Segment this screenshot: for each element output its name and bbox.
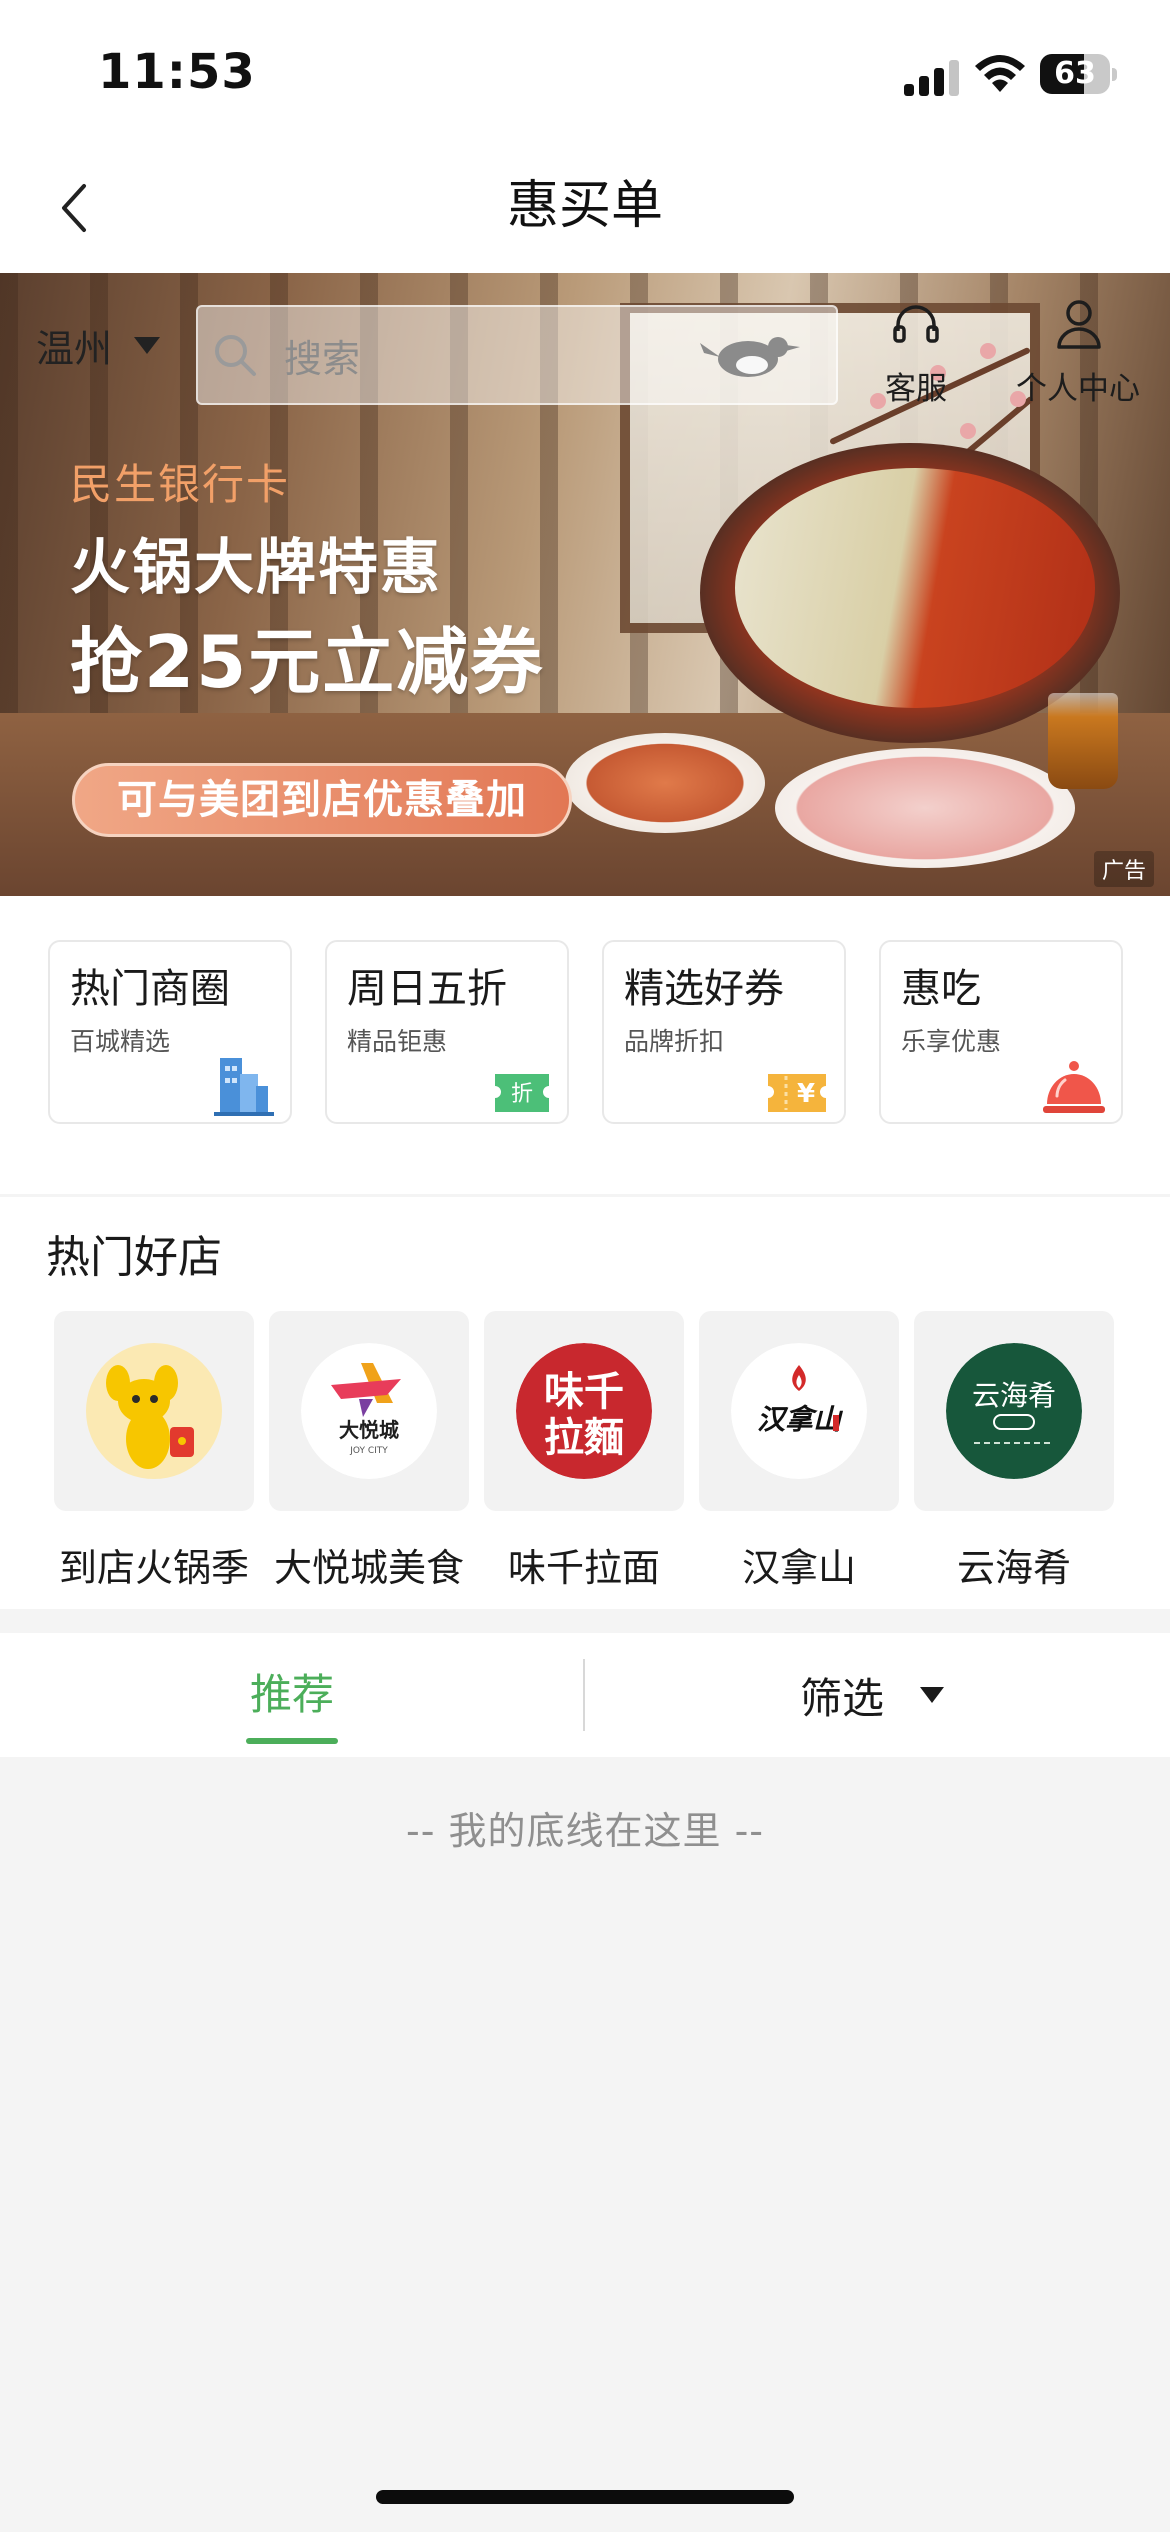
- seafood-plate-image: [565, 733, 765, 833]
- category-cards: 热门商圈 百城精选 周日五折 精品钜惠 折 精选好券 品牌折扣 ¥ 惠吃 乐享优…: [0, 896, 1170, 1194]
- svg-text:大悦城: 大悦城: [339, 1418, 399, 1442]
- category-card-sunday-half-off[interactable]: 周日五折 精品钜惠 折: [325, 940, 569, 1124]
- nav-bar: 惠买单: [0, 140, 1170, 273]
- hot-shops-section: 热门好店 到店火锅季 大悦城 JOY CITY 大悦城美食 味千 拉麵 味千拉面…: [0, 1197, 1170, 1609]
- svg-text:折: 折: [511, 1082, 533, 1107]
- search-icon: [215, 335, 256, 376]
- promo-title-line2: 抢25元立减券: [70, 620, 545, 704]
- battery-icon: 63: [1040, 54, 1117, 94]
- page-title: 惠买单: [506, 176, 663, 236]
- discount-tag-icon: 折: [495, 1074, 549, 1112]
- caret-down-icon: [920, 1687, 945, 1703]
- food-cloche-icon: [1043, 1061, 1105, 1113]
- tab-bar: 推荐 筛选: [0, 1633, 1170, 1757]
- chevron-left-icon: [62, 184, 86, 232]
- headset-icon: [893, 305, 939, 343]
- building-icon: [214, 1058, 274, 1116]
- profile-button[interactable]: 个人中心: [1008, 299, 1148, 409]
- home-indicator[interactable]: [376, 2490, 794, 2504]
- hannashan-logo: 汉拿山: [731, 1343, 867, 1479]
- category-card-coupons[interactable]: 精选好券 品牌折扣 ¥: [602, 940, 846, 1124]
- svg-text:味千: 味千: [544, 1368, 624, 1415]
- section-title: 热门好店: [46, 1232, 222, 1283]
- shop-name: 汉拿山: [741, 1546, 856, 1590]
- mascot-logo: [86, 1343, 222, 1479]
- svg-text:¥: ¥: [797, 1079, 815, 1109]
- cellular-signal-icon: [904, 60, 959, 96]
- tab-active-indicator: [246, 1738, 338, 1744]
- card-subtitle: 乐享优惠: [901, 1027, 1002, 1056]
- shop-name: 味千拉面: [507, 1546, 660, 1590]
- screen: 11:53 63 惠买单 温州 搜索 客服 个人中心 民生银行卡 火锅大牌特惠 …: [0, 0, 1170, 2532]
- city-selector[interactable]: 温州: [36, 315, 161, 375]
- svg-text:拉麵: 拉麵: [544, 1414, 624, 1461]
- tab-filter[interactable]: 筛选: [800, 1633, 945, 1757]
- profile-label: 个人中心: [1016, 371, 1140, 407]
- shop-name: 云海肴: [956, 1546, 1071, 1590]
- card-title: 惠吃: [901, 966, 981, 1012]
- status-bar: 11:53 63: [0, 0, 1170, 140]
- shop-name: 大悦城美食: [273, 1546, 464, 1590]
- shop-name: 到店火锅季: [58, 1546, 249, 1590]
- ad-tag: 广告: [1094, 851, 1155, 887]
- back-button[interactable]: [44, 178, 104, 238]
- caret-down-icon: [134, 336, 161, 354]
- promo-banner[interactable]: 温州 搜索 客服 个人中心 民生银行卡 火锅大牌特惠 抢25元立减券 可与美团到…: [0, 273, 1170, 896]
- wifi-icon: [975, 55, 1025, 92]
- coupon-icon: ¥: [768, 1074, 826, 1112]
- user-icon: [1057, 300, 1101, 349]
- status-time: 11:53: [98, 44, 256, 100]
- city-label: 温州: [36, 326, 113, 371]
- tea-glass-image: [1048, 693, 1118, 789]
- card-title: 精选好券: [624, 966, 784, 1012]
- promo-title-line1: 火锅大牌特惠: [70, 533, 442, 603]
- category-card-dining[interactable]: 惠吃 乐享优惠: [879, 940, 1123, 1124]
- search-input[interactable]: 搜索: [196, 305, 838, 405]
- end-of-list-text: -- 我的底线在这里 --: [405, 1809, 764, 1853]
- filter-label: 筛选: [800, 1673, 885, 1723]
- ajisen-logo: 味千 拉麵: [516, 1343, 652, 1479]
- meat-plate-image: [775, 748, 1075, 868]
- category-card-hot-business[interactable]: 热门商圈 百城精选: [48, 940, 292, 1124]
- svg-text:云海肴: 云海肴: [972, 1379, 1056, 1412]
- card-subtitle: 精品钜惠: [347, 1027, 448, 1056]
- promo-pill: 可与美团到店优惠叠加: [72, 763, 572, 837]
- battery-percent: 63: [1054, 56, 1096, 91]
- customer-service-label: 客服: [885, 371, 947, 407]
- card-subtitle: 品牌折扣: [624, 1027, 725, 1056]
- search-placeholder: 搜索: [284, 336, 361, 381]
- card-title: 周日五折: [347, 966, 507, 1012]
- customer-service-button[interactable]: 客服: [876, 299, 956, 409]
- yunhaiyao-logo: 云海肴: [946, 1343, 1082, 1479]
- joy-city-logo: 大悦城 JOY CITY: [301, 1343, 437, 1479]
- tab-divider: [583, 1659, 585, 1731]
- svg-text:JOY CITY: JOY CITY: [349, 1446, 388, 1456]
- card-title: 热门商圈: [70, 966, 230, 1012]
- card-subtitle: 百城精选: [70, 1027, 171, 1056]
- svg-text:汉拿山: 汉拿山: [757, 1403, 844, 1436]
- promo-subtitle: 民生银行卡: [70, 460, 291, 509]
